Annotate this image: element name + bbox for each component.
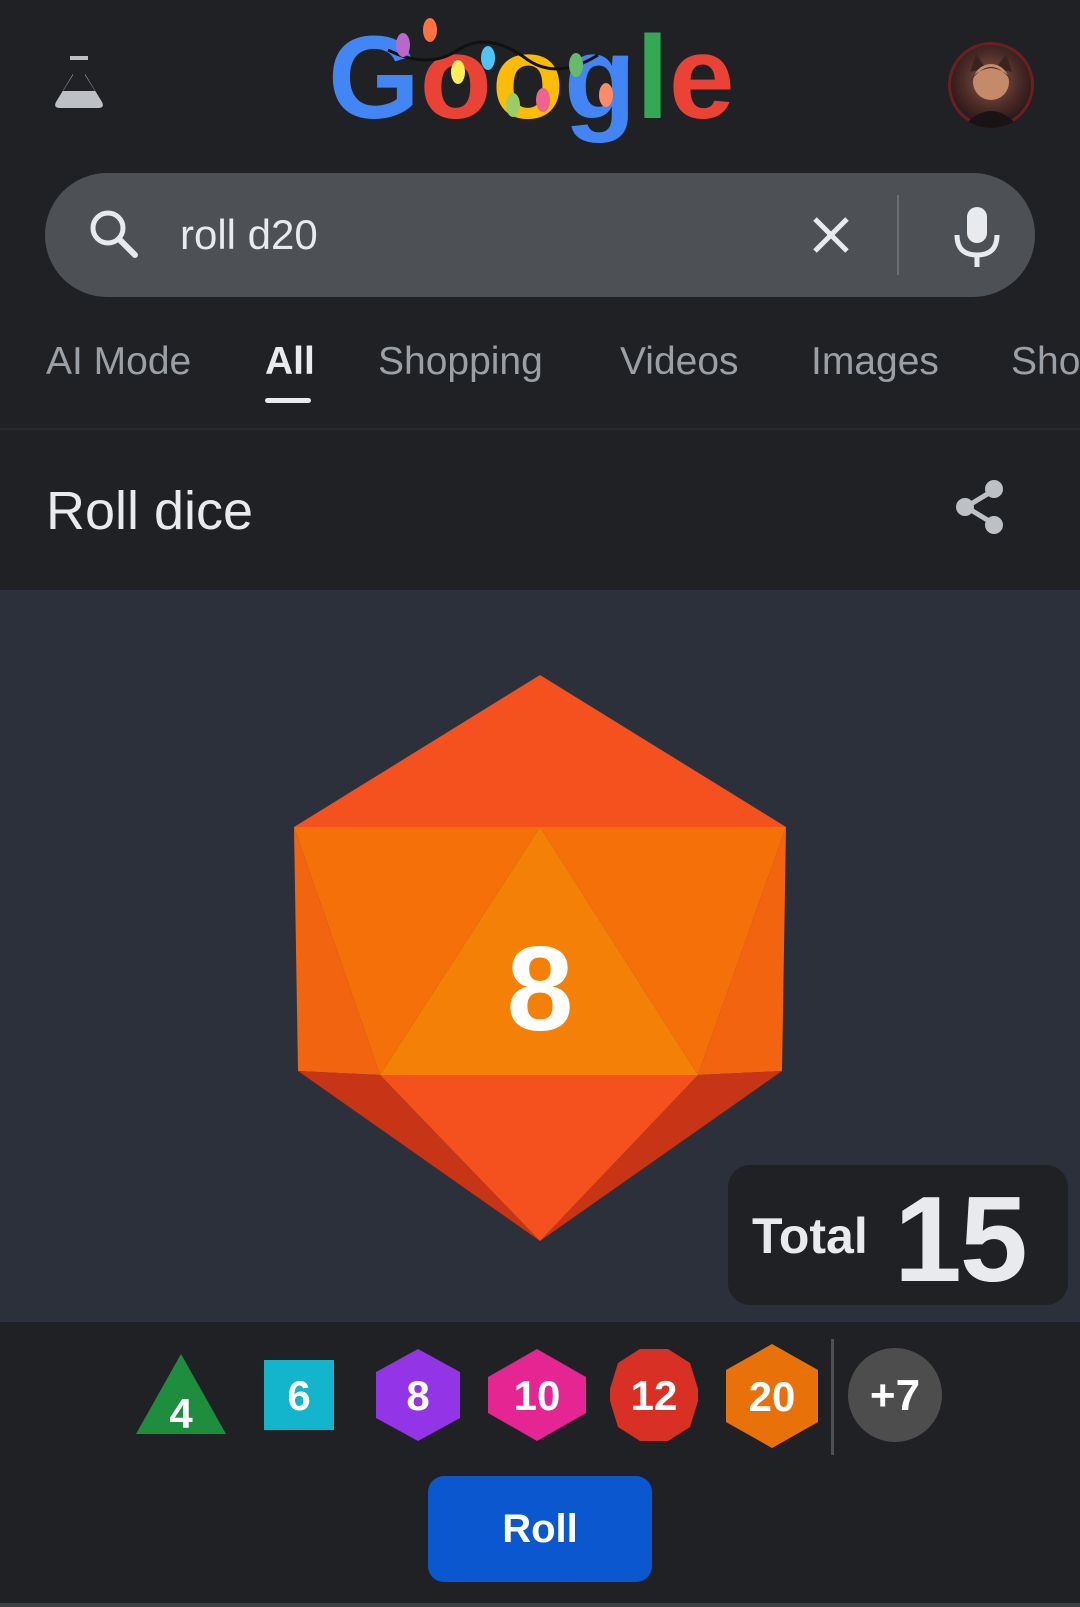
roll-button[interactable]: Roll [428,1476,652,1582]
search-input[interactable]: roll d20 [180,173,730,297]
search-divider [897,195,899,275]
tab-images[interactable]: Images [811,340,939,384]
d6-label: 6 [287,1372,310,1419]
search-icon[interactable] [85,205,143,263]
active-tab-indicator [265,398,311,403]
d12-label: 12 [631,1372,678,1419]
microphone-icon[interactable] [945,203,1009,269]
d20-label: 20 [749,1373,796,1420]
more-dice-button[interactable]: +7 [848,1348,942,1442]
dice-row-divider [831,1339,834,1455]
share-icon[interactable] [950,476,1010,538]
search-bar[interactable]: roll d20 [45,173,1035,297]
dice-selector: 4 6 8 10 12 20 +7 Roll [0,1322,1080,1607]
tab-videos[interactable]: Videos [620,340,739,384]
total-value: 15 [894,1171,1028,1307]
d20-face-value: 8 [507,922,574,1056]
svg-text:Google: Google [328,12,735,144]
card-title: Roll dice [46,481,254,541]
google-logo[interactable]: Google [328,10,748,160]
profile-avatar-image [962,54,1020,128]
tab-shopping[interactable]: Shopping [378,340,543,384]
d12-button[interactable]: 12 [610,1349,698,1441]
search-tabs: AI Mode All Shopping Videos Images Sho [0,318,1080,428]
labs-flask-icon[interactable] [52,52,106,110]
d6-button[interactable]: 6 [264,1360,334,1430]
tab-shorts[interactable]: Sho [1011,340,1080,384]
avatar[interactable] [948,42,1034,128]
d20-button[interactable]: 20 [726,1344,818,1448]
d4-label: 4 [169,1390,193,1436]
close-icon[interactable] [807,211,855,259]
total-label: Total [752,1208,868,1264]
more-dice-label: +7 [870,1371,920,1420]
d8-label: 8 [406,1372,429,1419]
tabs-divider [0,428,1080,430]
bottom-divider [0,1603,1080,1607]
d4-button[interactable]: 4 [134,1352,228,1436]
d10-label: 10 [514,1372,561,1419]
tab-all[interactable]: All [265,340,315,384]
tab-ai-mode[interactable]: AI Mode [46,340,191,384]
d8-button[interactable]: 8 [376,1349,460,1441]
d10-button[interactable]: 10 [488,1349,586,1441]
top-bar: Google [0,0,1080,165]
d20-die[interactable]: 8 [292,675,788,1241]
total-box: Total 15 [728,1165,1068,1307]
